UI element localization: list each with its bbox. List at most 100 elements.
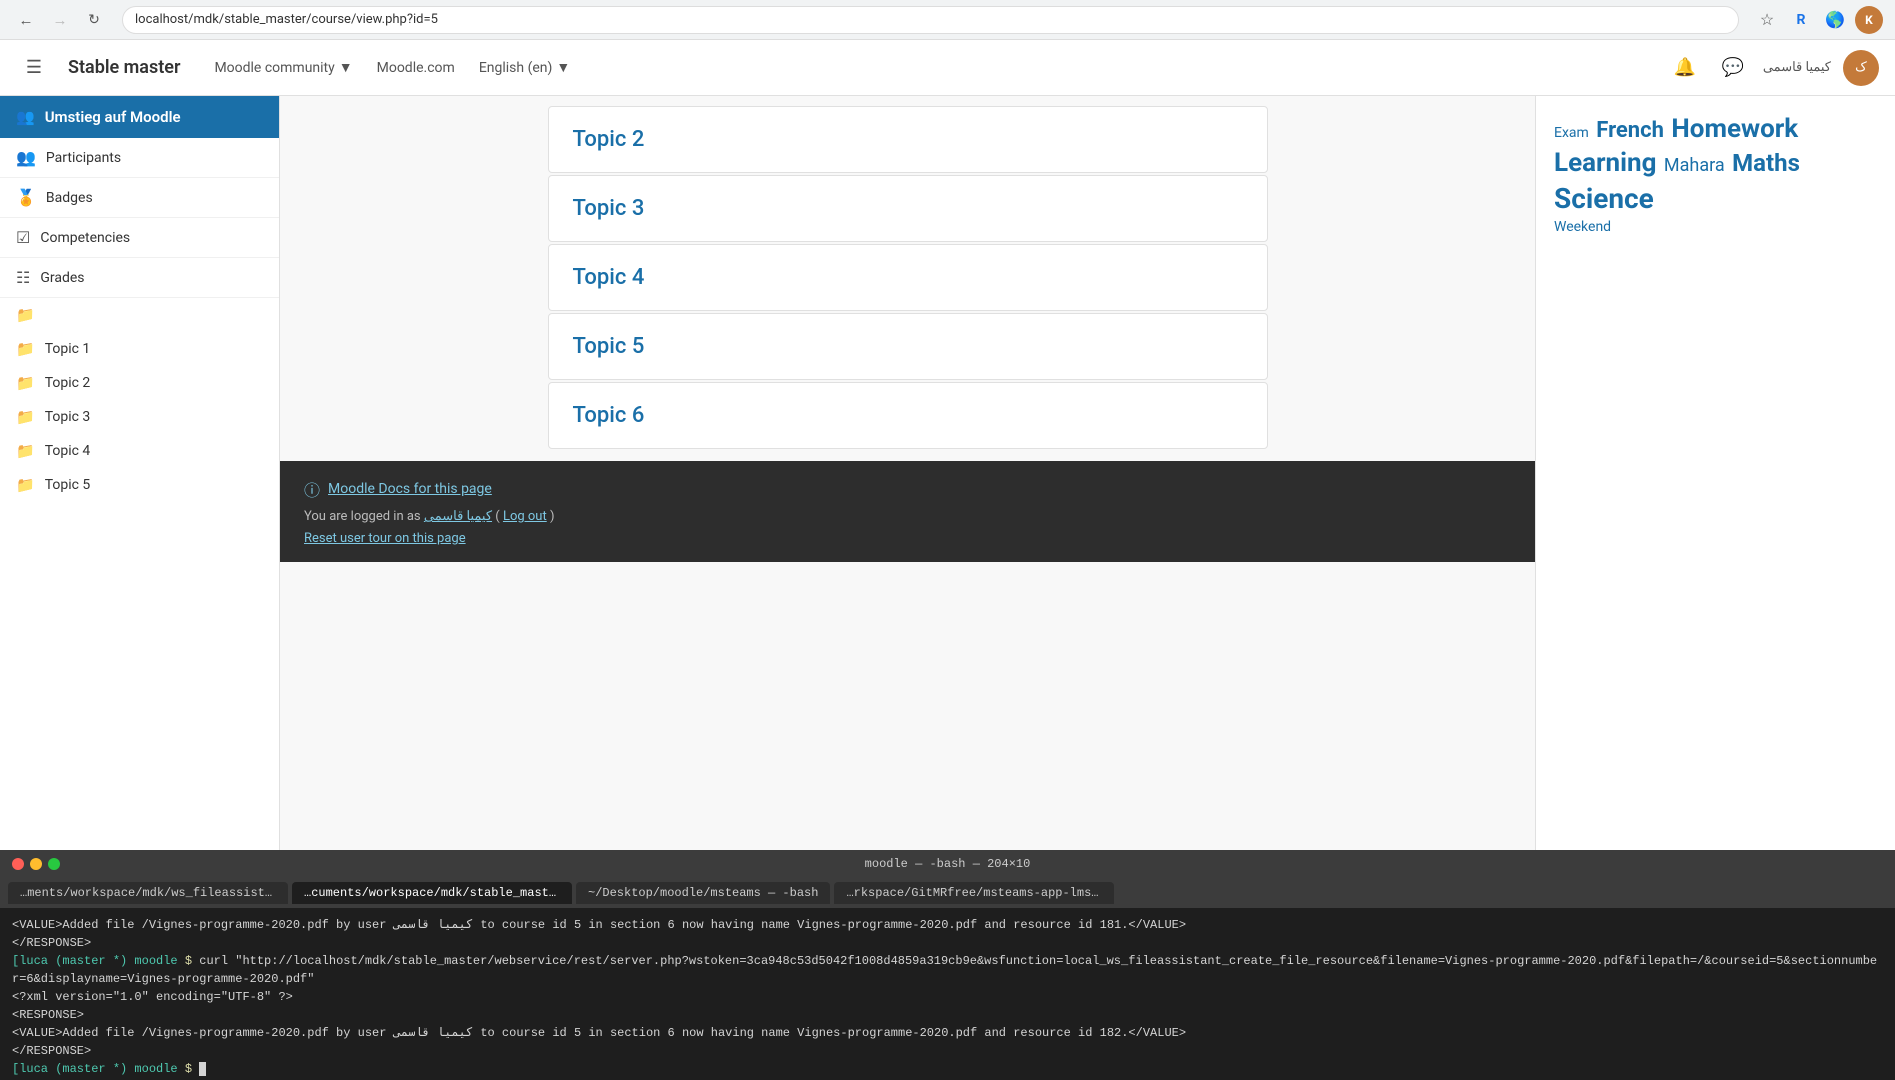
terminal-body: <VALUE>Added file /Vignes-programme-2020… — [0, 908, 1895, 1080]
tag-exam[interactable]: Exam — [1554, 125, 1589, 141]
topic2-label: Topic 2 — [45, 375, 91, 391]
notification-button[interactable]: 🔔 — [1667, 50, 1703, 86]
tags-block: Exam French Homework Learning Mahara Mat… — [1552, 112, 1879, 237]
topic1-label: Topic 1 — [45, 341, 91, 357]
terminal-line-8: [luca (master *) moodle $ — [12, 1060, 1883, 1078]
login-text-pre: You are logged in as — [304, 509, 424, 524]
nav-moodlecom-link[interactable]: Moodle.com — [367, 54, 465, 82]
info-icon: ⓘ — [304, 477, 320, 501]
sidebar-folder-section: 📁 — [0, 298, 279, 332]
terminal-line-4: <?xml version="1.0" encoding="UTF-8" ?> — [12, 988, 1883, 1006]
topic5-label: Topic 5 — [45, 477, 91, 493]
login-paren-open: ( — [495, 509, 499, 524]
tag-mahara[interactable]: Mahara — [1664, 155, 1725, 176]
tag-homework[interactable]: Homework — [1671, 114, 1798, 144]
nav-language-arrow: ▼ — [556, 59, 570, 76]
terminal: moodle — -bash — 204×10 …ments/workspace… — [0, 850, 1895, 1080]
back-button[interactable]: ← — [12, 6, 40, 34]
maximize-dot[interactable] — [48, 858, 60, 870]
login-status: You are logged in as کیمیا قاسمی ( Log o… — [304, 509, 1511, 524]
sidebar-item-topic3[interactable]: 📁 Topic 3 — [0, 400, 279, 434]
sidebar-header-label: Umstieg auf Moodle — [45, 108, 181, 126]
tag-learning[interactable]: Learning — [1554, 148, 1656, 178]
topic3-link[interactable]: Topic 3 — [573, 196, 645, 221]
forward-button[interactable]: → — [46, 6, 74, 34]
hamburger-button[interactable]: ☰ — [16, 50, 52, 86]
terminal-line-6: <VALUE>Added file /Vignes-programme-2020… — [12, 1024, 1883, 1042]
topic3-label: Topic 3 — [45, 409, 91, 425]
topic-section-5: Topic 5 — [548, 313, 1268, 380]
login-paren-close: ) — [550, 509, 555, 524]
tag-weekend[interactable]: Weekend — [1554, 219, 1611, 235]
nav-language-label: English (en) — [479, 60, 553, 76]
topic4-folder-icon: 📁 — [16, 442, 35, 460]
sidebar-item-grades[interactable]: ☷ Grades — [0, 258, 279, 298]
sidebar-item-competencies[interactable]: ☑ Competencies — [0, 218, 279, 258]
address-bar[interactable]: localhost/mdk/stable_master/course/view.… — [122, 6, 1739, 34]
sidebar-item-topic5[interactable]: 📁 Topic 5 — [0, 468, 279, 502]
reload-button[interactable]: ↻ — [80, 6, 108, 34]
sidebar-item-badges[interactable]: 🏅 Badges — [0, 178, 279, 218]
user-menu-button[interactable]: ک — [1843, 50, 1879, 86]
topic-section-3: Topic 3 — [548, 175, 1268, 242]
badges-icon: 🏅 — [16, 188, 36, 207]
sidebar-header-icon: 👥 — [16, 108, 35, 126]
folder-icon: 📁 — [16, 306, 35, 324]
sidebar: 👥 Umstieg auf Moodle 👥 Participants 🏅 Ba… — [0, 96, 280, 850]
footer: ⓘ Moodle Docs for this page You are logg… — [280, 461, 1535, 562]
tag-science[interactable]: Science — [1554, 182, 1654, 215]
user-name-nav: کیمیا قاسمی — [1763, 60, 1831, 75]
terminal-tab-4[interactable]: …rkspace/GitMRfree/msteams-app-lms-meeti… — [834, 882, 1114, 904]
topic5-link[interactable]: Topic 5 — [573, 334, 645, 359]
nav-community-arrow: ▼ — [339, 59, 353, 76]
user-avatar[interactable]: K — [1855, 6, 1883, 34]
site-name: Stable master — [68, 57, 180, 78]
topic6-link[interactable]: Topic 6 — [573, 403, 645, 428]
topic-section-2: Topic 2 — [548, 106, 1268, 173]
sidebar-item-participants[interactable]: 👥 Participants — [0, 138, 279, 178]
nav-links: Moodle community ▼ Moodle.com English (e… — [204, 53, 580, 82]
terminal-tab-1[interactable]: …ments/workspace/mdk/ws_fileassistant/mo… — [8, 882, 288, 904]
topic1-folder-icon: 📁 — [16, 340, 35, 358]
traffic-lights — [12, 858, 60, 870]
topic4-link[interactable]: Topic 4 — [573, 265, 645, 290]
terminal-tab-3[interactable]: ~/Desktop/moodle/msteams — -bash — [576, 882, 830, 904]
topic-section-6: Topic 6 — [548, 382, 1268, 449]
terminal-tab-2[interactable]: …cuments/workspace/mdk/stable_master/moo… — [292, 882, 572, 904]
bookmark-icon[interactable]: ☆ — [1753, 6, 1781, 34]
nav-community-label: Moodle community — [214, 60, 334, 76]
topic5-folder-icon: 📁 — [16, 476, 35, 494]
browser-chrome: ← → ↻ localhost/mdk/stable_master/course… — [0, 0, 1895, 40]
nav-community-link[interactable]: Moodle community ▼ — [204, 53, 362, 82]
nav-language-link[interactable]: English (en) ▼ — [469, 53, 580, 82]
chat-button[interactable]: 💬 — [1715, 50, 1751, 86]
tag-maths[interactable]: Maths — [1732, 149, 1800, 177]
participants-label: Participants — [46, 150, 121, 166]
extension-icon-1[interactable]: R — [1787, 6, 1815, 34]
terminal-line-2: </RESPONSE> — [12, 934, 1883, 952]
logout-link[interactable]: Log out — [503, 509, 547, 524]
tag-french[interactable]: French — [1596, 118, 1664, 143]
grades-icon: ☷ — [16, 268, 30, 287]
terminal-line-5: <RESPONSE> — [12, 1006, 1883, 1024]
competencies-label: Competencies — [40, 230, 130, 246]
topic2-link[interactable]: Topic 2 — [573, 127, 645, 152]
topic-section-4: Topic 4 — [548, 244, 1268, 311]
logged-in-user-link[interactable]: کیمیا قاسمی — [424, 509, 492, 524]
sidebar-course-header[interactable]: 👥 Umstieg auf Moodle — [0, 96, 279, 138]
extension-icon-2[interactable]: 🌎 — [1821, 6, 1849, 34]
terminal-header: moodle — -bash — 204×10 — [0, 850, 1895, 878]
terminal-tabs-row: …ments/workspace/mdk/ws_fileassistant/mo… — [0, 878, 1895, 908]
close-dot[interactable] — [12, 858, 24, 870]
moodle-docs-link[interactable]: Moodle Docs for this page — [328, 481, 492, 497]
minimize-dot[interactable] — [30, 858, 42, 870]
sidebar-item-topic2[interactable]: 📁 Topic 2 — [0, 366, 279, 400]
terminal-line-7: </RESPONSE> — [12, 1042, 1883, 1060]
topic2-folder-icon: 📁 — [16, 374, 35, 392]
sidebar-item-topic4[interactable]: 📁 Topic 4 — [0, 434, 279, 468]
reset-tour-link[interactable]: Reset user tour on this page — [304, 531, 466, 546]
badges-label: Badges — [46, 190, 93, 206]
sidebar-item-topic1[interactable]: 📁 Topic 1 — [0, 332, 279, 366]
right-sidebar: Exam French Homework Learning Mahara Mat… — [1535, 96, 1895, 850]
main-content: Topic 2 Topic 3 Topic 4 Topic 5 Topic 6 — [280, 96, 1535, 850]
